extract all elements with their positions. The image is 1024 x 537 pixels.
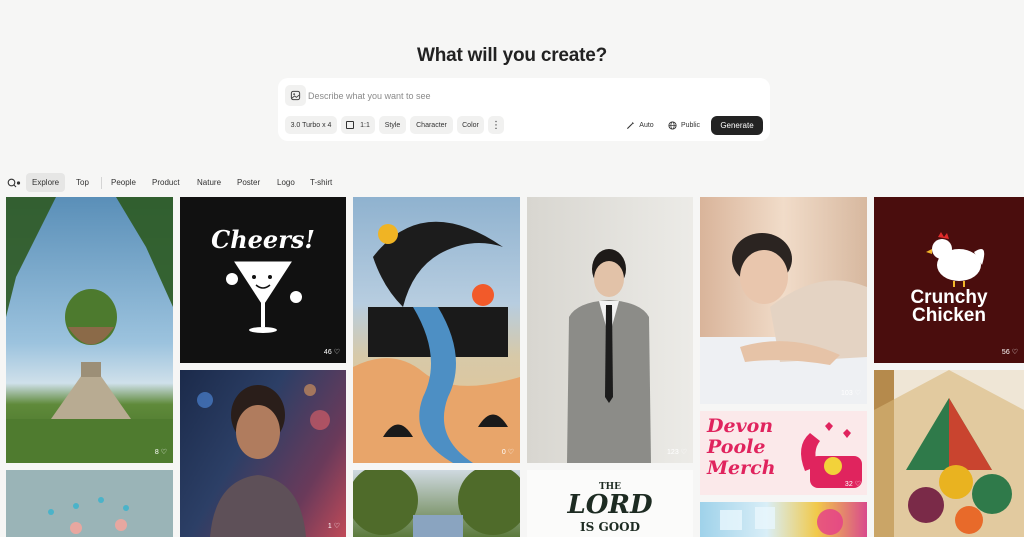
image-card-deco[interactable] [874,370,1024,537]
like-count[interactable]: 46 ♡ [324,348,340,357]
man-on-bed-illustration [700,233,867,404]
heart-icon: ♡ [854,481,861,488]
aspect-ratio-button[interactable]: 1:1 [341,116,375,134]
category-tabs: Explore Top People Product Nature Poster… [7,173,1024,193]
tab-logo[interactable]: Logo [277,173,295,192]
image-card-cheers[interactable]: Cheers! 46 ♡ [180,197,346,363]
globe-icon [668,120,677,130]
image-card-trees[interactable] [353,470,520,537]
tab-divider [101,177,102,189]
character-button[interactable]: Character [410,116,453,134]
image-card-suit[interactable]: 123 ♡ [527,197,693,463]
like-count[interactable]: 56 ♡ [1002,348,1018,357]
tab-top[interactable]: Top [76,173,89,192]
magic-wand-icon [627,121,635,129]
heart-icon: ♡ [507,449,514,456]
heart-icon: ♡ [333,349,340,356]
image-card-hearts[interactable] [6,470,173,537]
like-count[interactable]: 103 ♡ [841,389,861,398]
crunchy-logo-text: Crunchy Chicken [910,287,988,326]
heart-icon: ♡ [333,523,340,530]
like-count[interactable]: 123 ♡ [667,448,687,457]
like-count[interactable]: 8 ♡ [155,448,167,457]
generate-button[interactable]: Generate [711,116,763,135]
hearts-illustration [48,497,129,534]
art-deco-illustration [874,370,1024,537]
chicken-icon [926,232,985,287]
trees-illustration [353,470,520,537]
magic-prompt-toggle[interactable]: Auto [623,116,657,134]
telephone-illustration [801,422,862,488]
like-count[interactable]: 0 ♡ [502,448,514,457]
aspect-ratio-label: 1:1 [360,121,370,129]
surreal-landscape-illustration [353,221,520,463]
prompt-input[interactable] [308,87,748,104]
image-card-lord[interactable]: THE LORD IS GOOD [527,470,693,537]
heart-icon: ♡ [160,449,167,456]
visibility-toggle[interactable]: Public [666,116,702,134]
image-card-portrait-man[interactable]: 1 ♡ [180,370,346,537]
search-icon[interactable] [7,173,25,192]
ice-cubes-illustration [720,507,843,535]
man-in-suit-illustration [567,249,651,463]
lord-main-text: LORD [567,490,653,520]
aspect-ratio-icon [346,121,355,129]
like-count[interactable]: 32 ♡ [845,480,861,489]
page-title: What will you create? [416,45,608,66]
tab-explore[interactable]: Explore [26,173,66,192]
tab-product[interactable]: Product [152,173,180,192]
tab-tshirt[interactable]: T-shirt [310,173,332,192]
martini-illustration [226,261,302,333]
tab-people[interactable]: People [111,173,136,192]
image-upload-icon[interactable] [285,85,306,106]
like-count[interactable]: 1 ♡ [328,522,340,531]
image-card-crunchy[interactable]: Crunchy Chicken 56 ♡ [874,197,1024,363]
image-card-ice[interactable] [700,502,867,537]
tab-nature[interactable]: Nature [197,173,221,192]
heart-icon: ♡ [1011,349,1018,356]
lord-sub-text: IS GOOD [579,520,641,534]
model-select[interactable]: 3.0 Turbo x 4 [285,116,337,134]
pyramid-illustration [6,197,173,463]
prompt-box: 3.0 Turbo x 4 1:1 Style Character Color … [278,78,770,141]
color-button[interactable]: Color [457,116,484,134]
visibility-label: Public [680,121,701,129]
image-card-bed[interactable]: 103 ♡ [700,197,867,404]
magic-prompt-label: Auto [639,121,654,129]
tab-poster[interactable]: Poster [237,173,260,192]
portrait-man-illustration [197,384,330,537]
style-button[interactable]: Style [379,116,406,134]
image-card-pyramid[interactable]: 8 ♡ [6,197,173,463]
more-options-button[interactable]: ⋮ [488,116,504,134]
image-card-surreal[interactable]: 0 ♡ [353,197,520,463]
heart-icon: ♡ [854,390,861,397]
heart-icon: ♡ [680,449,687,456]
image-card-devon[interactable]: Devon Poole Merch 32 ♡ [700,411,867,495]
